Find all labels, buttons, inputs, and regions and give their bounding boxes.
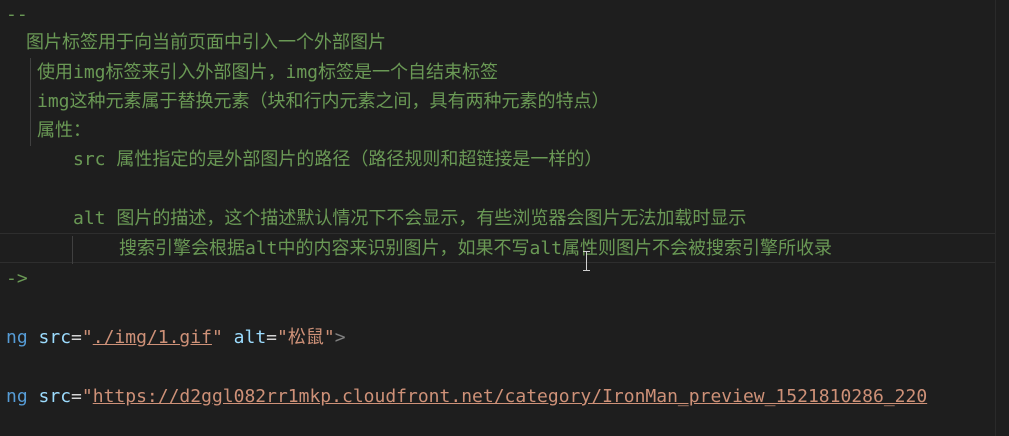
indent-guide <box>30 58 31 146</box>
quote: " <box>211 327 223 348</box>
src-url-link[interactable]: https://d2ggl082rr1mkp.cloudfront.net/ca… <box>93 386 927 407</box>
equals-sign: = <box>71 327 82 348</box>
comment-line: 搜索引擎会根据alt中的内容来识别图片，如果不写alt属性则图片不会被搜索引擎所… <box>119 238 833 259</box>
comment-open: -- <box>6 4 28 25</box>
comment-line: 属性： <box>37 120 91 141</box>
comment-line: src 属性指定的是外部图片的路径（路径规则和超链接是一样的） <box>73 149 603 170</box>
vertical-scrollbar[interactable] <box>995 0 1009 436</box>
src-path-link[interactable]: ./img/1.gif <box>93 327 212 348</box>
attribute-src: src <box>38 386 72 407</box>
equals-sign: = <box>266 327 277 348</box>
code-line-img-url: ng src="https://d2ggl082rr1mkp.cloudfron… <box>6 382 927 411</box>
attribute-alt: alt <box>233 327 267 348</box>
tag-name: ng <box>6 327 28 348</box>
comment-line: 使用img标签来引入外部图片，img标签是一个自结束标签 <box>37 62 499 83</box>
alt-value: "松鼠" <box>277 327 335 348</box>
code-editor[interactable]: -- 图片标签用于向当前页面中引入一个外部图片 使用img标签来引入外部图片，i… <box>0 0 1009 436</box>
quote: " <box>81 327 93 348</box>
tag-name: ng <box>6 386 28 407</box>
equals-sign: = <box>71 386 82 407</box>
comment-line: img这种元素属于替换元素（块和行内元素之间，具有两种元素的特点） <box>37 91 610 112</box>
code-line-img-gif: ng src="./img/1.gif" alt="松鼠"> <box>6 323 346 352</box>
comment-close: -> <box>6 268 28 289</box>
text-cursor-icon <box>583 251 591 271</box>
indent-guide <box>72 236 73 264</box>
comment-line: alt 图片的描述，这个描述默认情况下不会显示，有些浏览器会图片无法加载时显示 <box>73 208 747 229</box>
tag-close: > <box>334 327 346 348</box>
comment-line: 图片标签用于向当前页面中引入一个外部图片 <box>26 32 386 53</box>
attribute-src: src <box>38 327 72 348</box>
quote: " <box>81 386 93 407</box>
